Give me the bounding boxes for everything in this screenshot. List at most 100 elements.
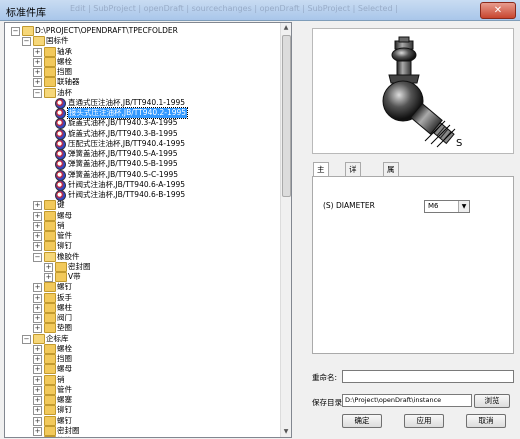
tree-leaf[interactable]: 针阀式注油杯,JB/TT940.6-A-1995 (5, 179, 281, 191)
tree-node[interactable]: + 螺柱 (5, 302, 281, 313)
grease-cup-drawing: S (382, 36, 462, 149)
expand-icon[interactable]: + (33, 283, 42, 293)
tree-label: 螺栓 (57, 343, 72, 353)
tree-node[interactable]: + 垫圈 (5, 323, 281, 334)
scroll-thumb[interactable] (282, 35, 291, 197)
collapse-icon[interactable]: − (33, 88, 42, 98)
tree-label: 键 (57, 200, 65, 210)
expand-icon[interactable]: + (33, 68, 42, 77)
tree-node[interactable]: − 油杯 (5, 87, 281, 98)
tree-node[interactable]: + 铆钉 (5, 405, 281, 416)
tree-leaf[interactable]: 针阀式注油杯,JB/TT940.6-B-1995 (5, 190, 281, 201)
tree-node[interactable]: + 销 (5, 374, 281, 385)
tree-node-gb[interactable]: − 国标件 (5, 36, 281, 47)
expand-icon[interactable]: + (33, 406, 42, 416)
tree-node[interactable]: + 铆钉 (5, 241, 281, 252)
collapse-icon[interactable]: − (33, 252, 42, 262)
tree-node[interactable]: 垫片 (5, 436, 281, 437)
tree-node[interactable]: + 螺栓 (5, 343, 281, 354)
tree-label: 螺母 (57, 210, 72, 220)
tree-node[interactable]: + 螺钉 (5, 415, 281, 426)
tree-node[interactable]: + 密封圈 (5, 425, 281, 436)
tree-node[interactable]: + 销 (5, 220, 281, 231)
ok-button[interactable]: 确定 (342, 414, 382, 428)
tree-label: 铆钉 (57, 405, 72, 415)
tree-node[interactable]: + 键 (5, 200, 281, 211)
tree-node[interactable]: + 螺母 (5, 364, 281, 375)
cancel-button[interactable]: 取消 (466, 414, 506, 428)
tree-leaf[interactable]: 旋盖式油杯,JB/TT940.3-A-1995 (5, 118, 281, 130)
close-button[interactable]: ✕ (480, 2, 516, 19)
tree-node[interactable]: + 螺栓 (5, 56, 281, 67)
tab-detail-params[interactable]: 详细参数 (345, 162, 361, 213)
apply-button[interactable]: 应用 (404, 414, 444, 428)
folder-icon (44, 77, 56, 88)
collapse-icon[interactable]: − (22, 37, 31, 47)
expand-icon[interactable]: + (33, 375, 42, 385)
diameter-select[interactable]: M6 ▼ (424, 200, 470, 213)
tree-node[interactable]: + 挡圈 (5, 67, 281, 77)
expand-icon[interactable]: + (33, 232, 42, 241)
browse-button[interactable]: 浏览 (474, 394, 510, 408)
expand-icon[interactable]: + (33, 416, 42, 426)
tree-node[interactable]: + 螺塞 (5, 395, 281, 405)
tab-main-params[interactable]: 主参数 (313, 162, 329, 200)
tree-node[interactable]: + 联轴器 (5, 77, 281, 88)
scroll-down-icon[interactable]: ▼ (281, 427, 291, 437)
expand-icon[interactable]: + (44, 262, 53, 272)
scroll-up-icon[interactable]: ▲ (281, 23, 291, 33)
expand-icon[interactable]: + (33, 57, 42, 67)
tree-leaf[interactable]: 弹簧盖油杯,JB/TT940.5-C-1995 (5, 169, 281, 181)
expand-icon[interactable]: + (33, 355, 42, 364)
tree-leaf[interactable]: 压配式压注油杯,JB/TT940.4-1995 (5, 138, 281, 150)
expand-icon[interactable]: + (33, 293, 42, 303)
tree-node[interactable]: − 橡胶件 (5, 251, 281, 262)
tree-node[interactable]: + 阀门 (5, 313, 281, 323)
tree-node[interactable]: + 扳手 (5, 292, 281, 303)
expand-icon[interactable]: + (44, 273, 53, 282)
expand-icon[interactable]: + (33, 314, 42, 323)
expand-icon[interactable]: + (33, 201, 42, 211)
tree-leaf[interactable]: 接头式压注油杯,JB/TT940.2-1995 (5, 107, 281, 119)
tree-scrollbar[interactable]: ▲ ▼ (280, 23, 291, 437)
tree-leaf[interactable]: 旋盖式油杯,JB/TT940.3-B-1995 (5, 128, 281, 140)
folder-icon (33, 36, 45, 47)
tree-label: 销 (57, 374, 65, 384)
tab-attr-params[interactable]: 属性参数 (383, 162, 399, 213)
folder-icon (44, 231, 56, 241)
folder-icon (44, 200, 56, 211)
tree-node[interactable]: + 挡圈 (5, 354, 281, 364)
expand-icon[interactable]: + (33, 221, 42, 231)
tree-leaf[interactable]: 弹簧盖油杯,JB/TT940.5-A-1995 (5, 149, 281, 160)
expand-icon[interactable]: + (33, 426, 42, 436)
expand-icon[interactable]: + (33, 242, 42, 252)
tree-label: 垫片 (57, 436, 72, 437)
expand-icon[interactable]: + (33, 385, 42, 395)
expand-icon[interactable]: + (33, 396, 42, 405)
tree-node[interactable]: + 密封圈 (5, 261, 281, 272)
tree-node[interactable]: + V带 (5, 272, 281, 282)
tree-root[interactable]: − D:\PROJECT\OPENDRAFT\TPECFOLDER (5, 26, 281, 36)
tree-leaf[interactable]: 弹簧盖油杯,JB/TT940.5-B-1995 (5, 159, 281, 171)
rename-input[interactable] (342, 370, 514, 383)
tree-node[interactable]: + 管件 (5, 231, 281, 241)
folder-icon (44, 405, 56, 416)
expand-icon[interactable]: + (33, 344, 42, 354)
tree-node-qb[interactable]: − 企标库 (5, 333, 281, 344)
expand-icon[interactable]: + (33, 324, 42, 334)
tree-label: 直通式压注油杯,JB/TT940.1-1995 (68, 97, 186, 107)
expand-icon[interactable]: + (33, 365, 42, 375)
tree-node[interactable]: + 管件 (5, 384, 281, 395)
tree-node[interactable]: + 螺钉 (5, 282, 281, 293)
collapse-icon[interactable]: − (11, 27, 20, 36)
expand-icon[interactable]: + (33, 303, 42, 313)
collapse-icon[interactable]: − (22, 334, 31, 344)
expand-icon[interactable]: + (33, 47, 42, 57)
tree-node[interactable]: + 轴承 (5, 46, 281, 57)
tree-leaf[interactable]: 直通式压注油杯,JB/TT940.1-1995 (5, 97, 281, 109)
savedir-input[interactable]: D:\Project\openDraft\instance (342, 394, 472, 407)
expand-icon[interactable]: + (33, 78, 42, 88)
expand-icon[interactable]: + (33, 211, 42, 221)
tree-node[interactable]: + 螺母 (5, 210, 281, 221)
tree-label: 螺钉 (57, 415, 72, 425)
